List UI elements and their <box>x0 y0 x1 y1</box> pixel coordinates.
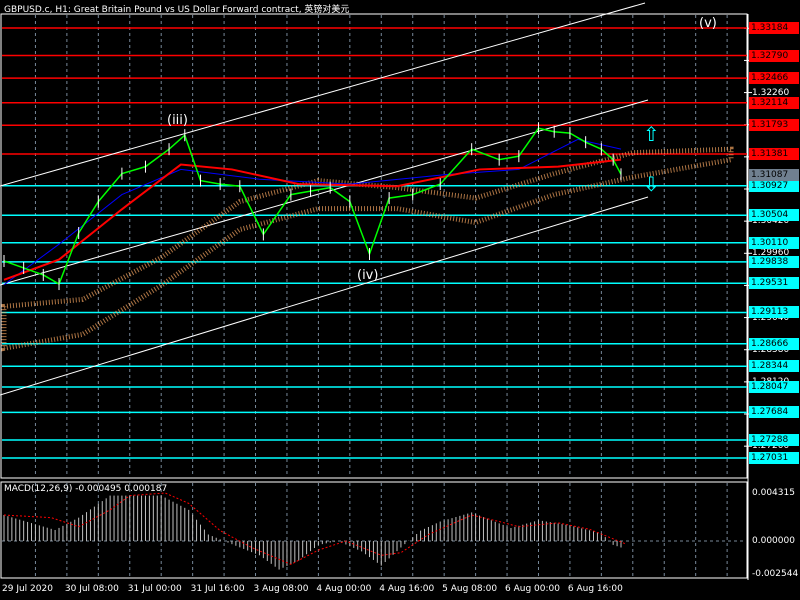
support-level-label: 1.27684 <box>749 406 799 419</box>
wave-label-iv: (iv) <box>357 268 379 283</box>
resistance-level-label: 1.32466 <box>749 72 799 85</box>
time-axis-label: 6 Aug 00:00 <box>505 584 560 594</box>
resistance-level-label: 1.33184 <box>749 22 799 34</box>
support-level-label: 1.29113 <box>749 306 799 319</box>
channel-middle-line <box>0 99 649 286</box>
support-level-label: 1.30927 <box>749 179 799 192</box>
time-axis-label: 31 Jul 16:00 <box>190 584 245 594</box>
chart-title: GBPUSD.c, H1: Great Britain Pound vs US … <box>4 5 350 15</box>
time-axis-label: 5 Aug 08:00 <box>442 584 498 594</box>
resistance-level-label: 1.32114 <box>749 96 799 109</box>
current-price-label: 1.31087 <box>749 168 799 181</box>
support-level-label: 1.29838 <box>749 255 799 268</box>
time-axis-label: 3 Aug 08:00 <box>253 584 309 594</box>
support-level-label: 1.28047 <box>749 380 799 393</box>
macd-axis-min: -0.002544 <box>752 569 799 579</box>
price-chart[interactable] <box>0 0 800 600</box>
wave-label-v: (v) <box>699 16 717 31</box>
support-level-label: 1.29531 <box>749 277 799 290</box>
support-level-label: 1.27288 <box>749 434 799 446</box>
support-level-label: 1.28344 <box>749 360 799 373</box>
resistance-level-label: 1.31381 <box>749 147 799 160</box>
macd-frame <box>0 481 748 579</box>
wave-label-iii: (iii) <box>167 113 188 128</box>
support-level-label: 1.28666 <box>749 337 799 350</box>
resistance-level-label: 1.31793 <box>749 119 799 132</box>
arrow-up-icon: ⇧ <box>643 122 660 146</box>
macd-axis-zero: 0.000000 <box>752 536 795 546</box>
support-level-label: 1.27031 <box>749 451 799 464</box>
mt-chart-window: GBPUSD.c, H1: Great Britain Pound vs US … <box>0 0 800 600</box>
channel-upper-line <box>0 2 646 187</box>
channel-lower-line <box>0 196 649 396</box>
time-axis-label: 29 Jul 2020 <box>2 584 53 594</box>
support-level-label: 1.30504 <box>749 209 799 222</box>
time-axis-label: 4 Aug 16:00 <box>379 584 435 594</box>
time-axis-label: 30 Jul 08:00 <box>64 584 119 594</box>
time-axis-label: 31 Jul 00:00 <box>127 584 182 594</box>
time-axis-label: 6 Aug 16:00 <box>567 584 623 594</box>
moving-average-blue <box>3 138 622 286</box>
macd-signal-line <box>3 492 626 565</box>
arrow-down-icon: ⇩ <box>643 172 660 196</box>
macd-axis-max: 0.004315 <box>752 488 795 498</box>
main-frame <box>0 13 748 479</box>
macd-title: MACD(12,26,9) -0.000495 0.000187 <box>4 484 168 494</box>
time-axis-label: 4 Aug 00:00 <box>316 584 372 594</box>
resistance-level-label: 1.32790 <box>749 49 799 62</box>
support-level-label: 1.30110 <box>749 236 799 249</box>
